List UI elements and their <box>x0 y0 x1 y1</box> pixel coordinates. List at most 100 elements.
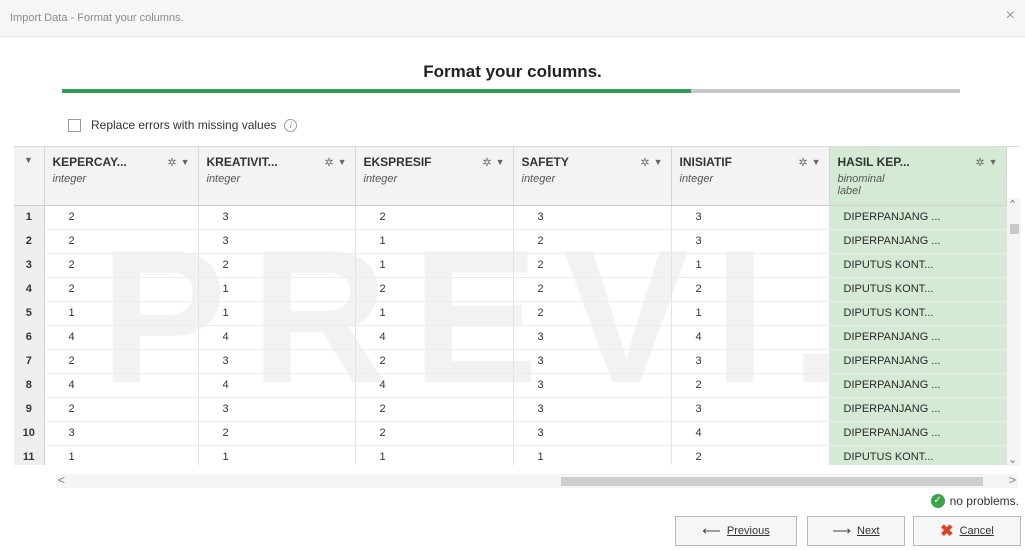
table-cell: 2 <box>513 253 672 278</box>
table-cell: 2 <box>44 205 199 230</box>
scroll-up-icon[interactable]: ⌃ <box>1008 198 1017 211</box>
table-cell: DIPUTUS KONT... <box>829 253 1007 278</box>
table-cell: DIPERPANJANG ... <box>829 325 1007 350</box>
table-cell: DIPERPANJANG ... <box>829 349 1007 374</box>
gear-icon[interactable]: ✲ <box>167 156 176 169</box>
scroll-thumb[interactable] <box>1010 224 1019 234</box>
table-cell: 2 <box>355 421 514 446</box>
table-cell: 2 <box>198 421 356 446</box>
table-cell: 1 <box>44 445 199 465</box>
scroll-right-icon[interactable]: > <box>1009 473 1016 487</box>
table-cell: 2 <box>44 397 199 422</box>
table-cell: 1 <box>671 253 830 278</box>
column-type: integer <box>521 173 556 185</box>
chevron-down-icon[interactable]: ▼ <box>654 157 663 167</box>
scroll-thumb[interactable] <box>561 477 983 486</box>
scroll-down-icon[interactable]: ⌄ <box>1008 453 1017 466</box>
info-icon[interactable]: i <box>284 118 298 132</box>
table-cell: 2 <box>44 253 199 278</box>
table-cell: 3 <box>513 325 672 350</box>
column-name: KREATIVIT... <box>206 155 278 169</box>
table-cell: 1 <box>198 277 356 302</box>
table-cell: 3 <box>513 349 672 374</box>
table-cell: 2 <box>671 277 830 302</box>
column-role: label <box>837 185 861 197</box>
table-cell: 2 <box>44 349 199 374</box>
table-row: 8 4 4 4 3 2 DIPERPANJANG ... <box>14 373 1007 398</box>
gear-icon[interactable]: ✲ <box>975 156 984 169</box>
chevron-down-icon[interactable]: ▼ <box>181 157 190 167</box>
chevron-down-icon[interactable]: ▼ <box>496 157 505 167</box>
table-cell: 2 <box>671 445 830 465</box>
cancel-button[interactable]: ✖ Cancel <box>913 516 1021 546</box>
table-cell: 1 <box>355 445 514 465</box>
column-header[interactable]: EKSPRESIF ✲ ▼ integer <box>355 147 514 206</box>
gear-icon[interactable]: ✲ <box>482 156 491 169</box>
replace-errors-label: Replace errors with missing values <box>91 118 277 132</box>
row-number[interactable]: 4 <box>14 277 45 302</box>
table-cell: 1 <box>671 301 830 326</box>
table-row: 11 1 1 1 1 2 DIPUTUS KONT... <box>14 445 1007 465</box>
table-cell: 3 <box>671 205 830 230</box>
row-number[interactable]: 11 <box>14 445 45 465</box>
table-cell: 1 <box>355 229 514 254</box>
gear-icon[interactable]: ✲ <box>324 156 333 169</box>
column-header[interactable]: KEPERCAY... ✲ ▼ integer <box>44 147 199 206</box>
table-cell: 2 <box>355 205 514 230</box>
row-number[interactable]: 9 <box>14 397 45 422</box>
table-cell: 3 <box>44 421 199 446</box>
row-number[interactable]: 8 <box>14 373 45 398</box>
table-cell: 3 <box>198 205 356 230</box>
table-cell: 1 <box>44 301 199 326</box>
table-row: 2 2 3 1 2 3 DIPERPANJANG ... <box>14 229 1007 254</box>
row-number[interactable]: 6 <box>14 325 45 350</box>
table-body: 1 2 3 2 3 3 DIPERPANJANG ... 2 2 3 1 2 3 DIPERPANJANG… <box>14 205 1007 465</box>
replace-errors-checkbox[interactable] <box>68 118 81 132</box>
chevron-down-icon[interactable]: ▼ <box>338 157 347 167</box>
chevron-down-icon[interactable]: ▼ <box>24 155 33 165</box>
table-cell: 4 <box>355 373 514 398</box>
chevron-down-icon[interactable]: ▼ <box>812 157 821 167</box>
row-number[interactable]: 2 <box>14 229 45 254</box>
table-cell: 2 <box>355 397 514 422</box>
row-number[interactable]: 7 <box>14 349 45 374</box>
table-cell: 3 <box>671 397 830 422</box>
next-button[interactable]: ⟶ Next <box>807 516 905 546</box>
row-header-corner[interactable]: ▼ <box>14 147 45 206</box>
row-number[interactable]: 3 <box>14 253 45 278</box>
chevron-down-icon[interactable]: ▼ <box>989 157 998 167</box>
column-type: integer <box>52 173 87 185</box>
column-type: binominal <box>837 173 885 185</box>
table-row: 4 2 1 2 2 2 DIPUTUS KONT... <box>14 277 1007 302</box>
column-name: EKSPRESIF <box>363 155 432 169</box>
table-cell: 2 <box>671 373 830 398</box>
table-row: 1 2 3 2 3 3 DIPERPANJANG ... <box>14 205 1007 230</box>
column-header[interactable]: SAFETY ✲ ▼ integer <box>513 147 672 206</box>
vertical-scrollbar[interactable]: ⌃ ⌄ <box>1007 198 1021 466</box>
table-cell: 4 <box>198 373 356 398</box>
row-number[interactable]: 10 <box>14 421 45 446</box>
table-cell: 3 <box>513 373 672 398</box>
table-cell: 2 <box>513 229 672 254</box>
column-name: HASIL KEP... <box>837 155 910 169</box>
scroll-left-icon[interactable]: < <box>58 473 65 487</box>
replace-errors-option[interactable]: Replace errors with missing values i <box>68 117 298 133</box>
horizontal-scrollbar[interactable]: < > <box>56 473 1018 488</box>
table-cell: 1 <box>355 301 514 326</box>
column-type: integer <box>363 173 398 185</box>
gear-icon[interactable]: ✲ <box>798 156 807 169</box>
close-icon[interactable]: × <box>1006 8 1015 24</box>
previous-button[interactable]: ⟵ Previous <box>675 516 797 546</box>
column-header[interactable]: HASIL KEP... ✲ ▼ binominal label <box>829 147 1007 206</box>
column-header[interactable]: INISIATIF ✲ ▼ integer <box>671 147 830 206</box>
table-cell: 4 <box>44 373 199 398</box>
table-cell: DIPUTUS KONT... <box>829 301 1007 326</box>
table-cell: 3 <box>671 229 830 254</box>
gear-icon[interactable]: ✲ <box>640 156 649 169</box>
table-cell: 4 <box>44 325 199 350</box>
status-indicator: ✓ no problems. <box>930 494 1019 508</box>
row-number[interactable]: 5 <box>14 301 45 326</box>
row-number[interactable]: 1 <box>14 205 45 230</box>
table-row: 3 2 2 1 2 1 DIPUTUS KONT... <box>14 253 1007 278</box>
column-header[interactable]: KREATIVIT... ✲ ▼ integer <box>198 147 356 206</box>
